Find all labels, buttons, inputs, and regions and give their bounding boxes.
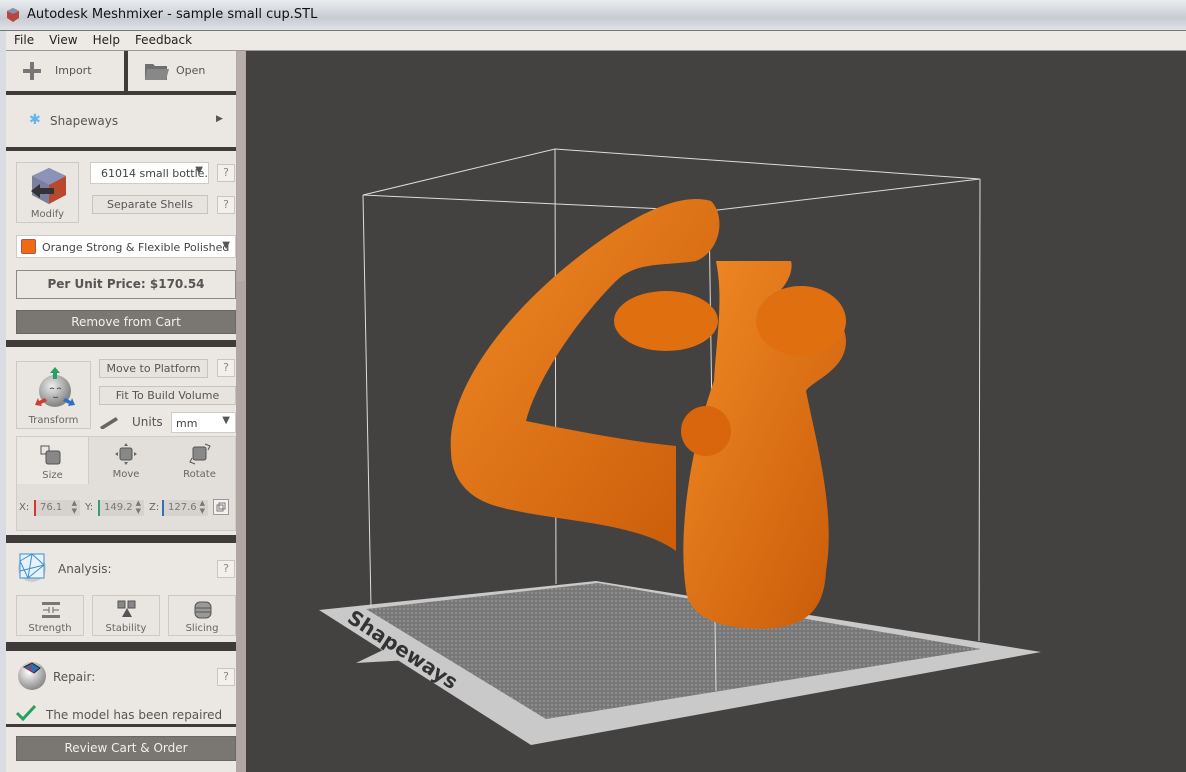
analysis-help-button[interactable]: ? <box>217 560 235 578</box>
slicing-icon <box>194 601 212 619</box>
separate-shells-button[interactable]: Separate Shells <box>92 195 208 214</box>
analysis-mesh-icon <box>18 553 46 582</box>
shapeways-label: Shapeways <box>50 114 119 128</box>
menu-file[interactable]: File <box>6 31 41 47</box>
ruler-icon <box>100 417 118 429</box>
transform-label: Transform <box>28 415 79 426</box>
modify-help-button[interactable]: ? <box>217 164 235 182</box>
modify-icon <box>31 168 66 204</box>
stability-button[interactable]: Stability <box>92 595 160 636</box>
scene[interactable]: Shapeways <box>246 51 1186 772</box>
strength-icon <box>42 602 60 618</box>
repair-section: Repair: ? The model has been repaired <box>6 651 236 724</box>
open-button[interactable]: Open <box>128 51 236 91</box>
material-select[interactable]: Orange Strong & Flexible Polished ▼ <box>16 235 236 258</box>
material-color-swatch <box>21 239 36 254</box>
folder-icon <box>145 64 169 80</box>
import-button[interactable]: Import <box>6 51 124 91</box>
link-icon <box>216 502 226 512</box>
per-unit-price: Per Unit Price: $170.54 <box>16 270 236 299</box>
separate-shells-help-button[interactable]: ? <box>217 196 235 214</box>
x-size-input[interactable]: 76.1 ▲ ▼ <box>34 499 80 516</box>
window-title: Autodesk Meshmixer - sample small cup.ST… <box>27 7 318 22</box>
build-platform: Shapeways <box>319 581 1041 745</box>
analysis-section: Analysis: ? Strength Stability Slicing <box>6 543 236 642</box>
transform-head-icon <box>35 367 75 407</box>
transform-button[interactable]: Transform <box>16 361 91 429</box>
tab-size-label: Size <box>42 470 63 481</box>
z-size-value: 127.6 <box>168 502 197 513</box>
y-label: Y: <box>85 502 94 513</box>
footer-section: Review Cart & Order <box>6 727 236 772</box>
dropdown-arrow-icon: ▼ <box>195 165 203 176</box>
spinner-icon[interactable]: ▲ ▼ <box>72 499 77 515</box>
y-size-input[interactable]: 149.2 ▲ ▼ <box>98 500 144 516</box>
modify-label: Modify <box>30 209 65 220</box>
menu-feedback[interactable]: Feedback <box>127 31 199 47</box>
3d-model[interactable] <box>450 199 846 629</box>
move-icon <box>115 443 137 465</box>
spinner-icon[interactable]: ▲ ▼ <box>132 500 144 515</box>
slicing-button[interactable]: Slicing <box>168 595 236 636</box>
tab-rotate[interactable]: Rotate <box>163 436 236 484</box>
dropdown-arrow-icon: ▼ <box>222 240 230 251</box>
expand-arrow-icon: ▶ <box>216 114 223 124</box>
review-cart-button[interactable]: Review Cart & Order <box>16 736 236 761</box>
dropdown-arrow-icon: ▼ <box>222 415 230 426</box>
units-select[interactable]: mm ▼ <box>171 412 236 433</box>
z-size-input[interactable]: 127.6 ▲ ▼ <box>162 500 208 516</box>
uniform-scale-toggle[interactable] <box>213 499 229 515</box>
material-select-value: Orange Strong & Flexible Polished <box>42 241 230 254</box>
checkmark-icon <box>16 705 36 721</box>
rotate-icon <box>189 443 211 465</box>
strength-button[interactable]: Strength <box>16 595 84 636</box>
modify-section: Modify 61014 small bottle. ▼ ? Separate … <box>6 151 236 340</box>
units-select-value: mm <box>176 417 198 430</box>
scrollbar-thumb[interactable] <box>237 51 245 281</box>
fit-to-build-volume-button[interactable]: Fit To Build Volume <box>99 386 236 405</box>
meshmixer-logo-icon <box>7 8 19 22</box>
size-icon <box>40 445 61 465</box>
tab-rotate-label: Rotate <box>183 469 216 480</box>
stability-label: Stability <box>105 623 147 634</box>
open-label: Open <box>176 64 206 77</box>
repair-label: Repair: <box>53 670 96 684</box>
z-label: Z: <box>149 502 160 513</box>
y-size-value: 149.2 <box>104 502 133 513</box>
shapeways-section[interactable]: ✱ Shapeways ▶ <box>6 95 236 147</box>
modify-button[interactable]: Modify <box>16 162 79 223</box>
repair-status: The model has been repaired <box>46 708 223 722</box>
title-bar: Autodesk Meshmixer - sample small cup.ST… <box>0 0 1186 31</box>
stability-icon <box>117 600 136 617</box>
transform-help-button[interactable]: ? <box>217 359 235 377</box>
move-to-platform-button[interactable]: Move to Platform <box>99 359 208 378</box>
plus-icon <box>23 62 41 80</box>
repair-help-button[interactable]: ? <box>217 668 235 686</box>
panel-scrollbar[interactable] <box>236 51 246 772</box>
slicing-label: Slicing <box>185 623 219 634</box>
menu-view[interactable]: View <box>41 31 84 47</box>
menu-help[interactable]: Help <box>85 31 127 47</box>
tab-move-label: Move <box>112 469 140 480</box>
spinner-icon[interactable]: ▲ ▼ <box>196 500 208 515</box>
units-label: Units <box>132 415 163 429</box>
x-label: X: <box>19 502 30 513</box>
3d-viewport[interactable]: Shapeways <box>246 51 1186 772</box>
transform-section: Transform Move to Platform ? Fit To Buil… <box>6 347 236 535</box>
menu-bar: File View Help Feedback <box>6 31 1186 51</box>
analysis-label: Analysis: <box>58 562 112 576</box>
x-size-value: 76.1 <box>40 502 63 513</box>
strength-label: Strength <box>28 623 72 634</box>
import-label: Import <box>55 64 92 77</box>
model-select-value: 61014 small bottle. <box>101 167 208 180</box>
repair-sphere-icon <box>18 662 46 690</box>
remove-from-cart-button[interactable]: Remove from Cart <box>16 310 236 334</box>
tab-size[interactable]: Size <box>16 436 89 484</box>
shapeways-star-icon: ✱ <box>29 112 41 128</box>
model-select[interactable]: 61014 small bottle. ▼ <box>90 162 209 184</box>
tab-move[interactable]: Move <box>90 436 162 484</box>
